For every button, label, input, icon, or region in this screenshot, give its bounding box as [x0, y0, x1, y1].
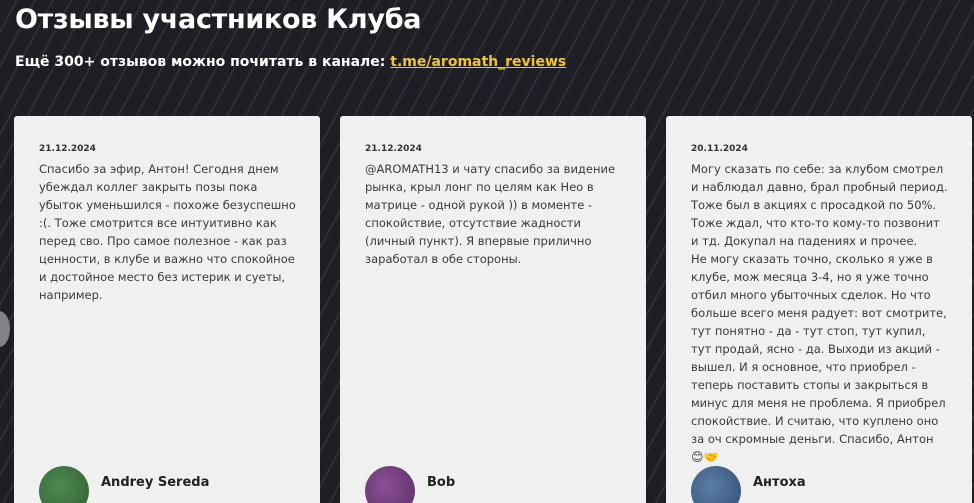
- avatar: [365, 466, 415, 503]
- avatar: [691, 466, 741, 503]
- review-text-body: Могу сказать по себе: за клубом смотрел …: [691, 162, 948, 446]
- page-title: Отзывы участников Клуба: [15, 4, 422, 35]
- review-date: 21.12.2024: [39, 144, 96, 154]
- review-card: 20.11.2024 Могу сказать по себе: за клуб…: [666, 116, 972, 503]
- reviews-channel-link[interactable]: t.me/aromath_reviews: [390, 54, 566, 70]
- carousel-prev-button[interactable]: [0, 311, 10, 347]
- review-author: Bob: [365, 466, 455, 503]
- page-subtitle: Ещё 300+ отзывов можно почитать в канале…: [15, 54, 566, 70]
- review-author: Антоха: [691, 466, 806, 503]
- review-author: Andrey Sereda: [39, 466, 209, 503]
- review-date: 20.11.2024: [691, 144, 748, 154]
- smile-handshake-icon: 😊🤝: [691, 450, 719, 464]
- review-card: 21.12.2024 Спасибо за эфир, Антон! Сегод…: [14, 116, 320, 503]
- review-text: Могу сказать по себе: за клубом смотрел …: [691, 160, 948, 466]
- author-name: Антоха: [753, 475, 806, 490]
- review-card: 21.12.2024 @AROMATH13 и чату спасибо за …: [340, 116, 646, 503]
- avatar: [39, 466, 89, 503]
- review-text: @AROMATH13 и чату спасибо за видение рын…: [365, 162, 616, 266]
- author-name: Andrey Sereda: [101, 475, 210, 490]
- review-text: Спасибо за эфир, Антон! Сегодня днем убе…: [39, 162, 296, 302]
- subtitle-text: Ещё 300+ отзывов можно почитать в канале…: [15, 54, 386, 70]
- author-name: Bob: [427, 475, 456, 490]
- review-date: 21.12.2024: [365, 144, 422, 154]
